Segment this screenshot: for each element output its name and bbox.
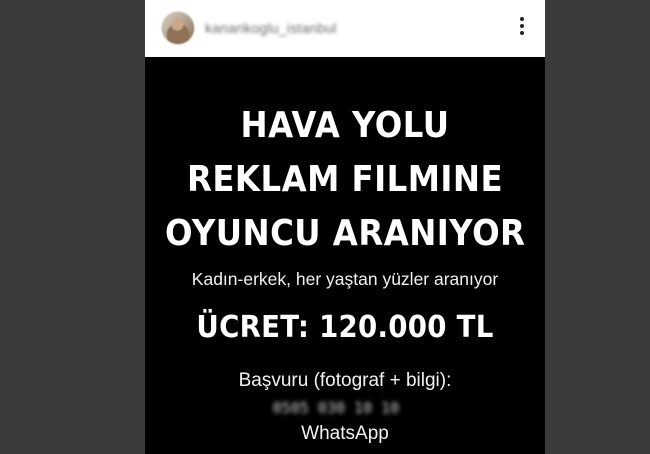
- headline-line-3: OYUNCU ARANIYOR: [165, 213, 526, 254]
- headline-line-2: REKLAM FILMINE: [186, 159, 504, 200]
- phone-number: 0505 030 10 10: [272, 399, 400, 417]
- more-vertical-icon[interactable]: [517, 17, 527, 39]
- price: ÜCRET: 120.000 TL: [196, 310, 494, 345]
- viewer-background: kanarikoglu_istanbul HAVA YOLU REKLAM FI…: [0, 0, 650, 454]
- headline-line-1: HAVA YOLU: [240, 105, 450, 146]
- post-image: HAVA YOLU REKLAM FILMINE OYUNCU ARANIYOR…: [145, 57, 545, 454]
- post-header: kanarikoglu_istanbul: [145, 0, 545, 57]
- subtitle: Kadın-erkek, her yaştan yüzler aranıyor: [191, 269, 499, 289]
- instagram-post: kanarikoglu_istanbul HAVA YOLU REKLAM FI…: [145, 0, 545, 454]
- avatar[interactable]: [161, 11, 195, 45]
- username[interactable]: kanarikoglu_istanbul: [205, 20, 337, 36]
- contact-channel: WhatsApp: [301, 423, 389, 444]
- apply-label: Başvuru (fotograf + bilgi):: [238, 370, 452, 391]
